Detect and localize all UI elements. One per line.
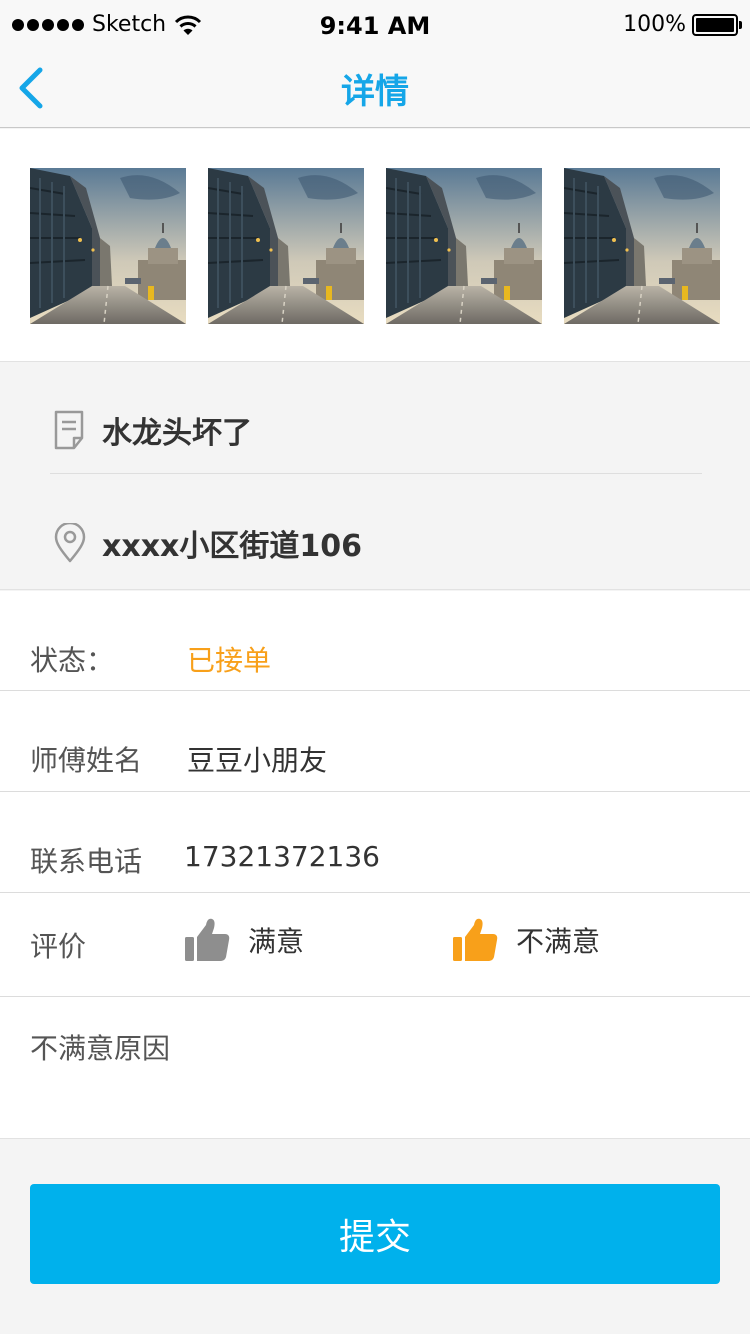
satisfied-option[interactable]: 满意 bbox=[184, 917, 304, 963]
submit-button[interactable]: 提交 bbox=[30, 1184, 720, 1284]
status-bar: Sketch 9:41 AM 100% bbox=[0, 0, 750, 52]
thumbs-up-icon bbox=[453, 918, 498, 961]
phone-number[interactable]: 17321372136 bbox=[184, 840, 380, 873]
unsatisfied-option[interactable]: 不满意 bbox=[452, 917, 600, 963]
battery-icon bbox=[692, 13, 742, 36]
address-row: xxxx小区街道106 bbox=[52, 521, 362, 565]
divider bbox=[50, 473, 702, 474]
photo-gallery bbox=[0, 129, 750, 362]
worker-label: 师傅姓名 bbox=[30, 744, 143, 777]
unsatisfied-label: 不满意 bbox=[516, 925, 601, 958]
satisfied-label: 满意 bbox=[248, 925, 305, 958]
phone-row: 联系电话 17321372136 bbox=[0, 792, 750, 893]
reason-row[interactable]: 不满意原因 bbox=[0, 997, 750, 1139]
status-row: 状态： 已接单 bbox=[0, 591, 750, 691]
street-photo-image bbox=[208, 168, 364, 324]
rating-label: 评价 bbox=[30, 930, 87, 963]
document-icon bbox=[54, 410, 84, 450]
status-right: 100% bbox=[623, 12, 742, 37]
thumbs-up-icon bbox=[185, 918, 230, 961]
description-row: 水龙头坏了 bbox=[52, 408, 252, 452]
address: xxxx小区街道106 bbox=[102, 529, 363, 564]
photo-thumbnail[interactable] bbox=[564, 168, 720, 324]
battery-percent: 100% bbox=[623, 12, 686, 37]
reason-label: 不满意原因 bbox=[30, 1032, 171, 1065]
rating-row: 评价 满意 不满意 bbox=[0, 893, 750, 997]
location-pin-icon bbox=[54, 523, 86, 563]
phone-label: 联系电话 bbox=[30, 845, 143, 878]
worker-row: 师傅姓名 豆豆小朋友 bbox=[0, 691, 750, 792]
photo-thumbnail[interactable] bbox=[386, 168, 542, 324]
photo-thumbnail[interactable] bbox=[208, 168, 364, 324]
street-photo-image bbox=[564, 168, 720, 324]
photo-thumbnail[interactable] bbox=[30, 168, 186, 324]
order-info: 水龙头坏了 xxxx小区街道106 bbox=[0, 363, 750, 590]
page-title: 详情 bbox=[341, 72, 409, 112]
issue-description: 水龙头坏了 bbox=[102, 416, 252, 451]
status-label: 状态： bbox=[30, 644, 115, 677]
worker-name: 豆豆小朋友 bbox=[187, 744, 328, 777]
status-value: 已接单 bbox=[187, 644, 272, 677]
chevron-left-icon bbox=[19, 67, 43, 109]
order-detail-form: 状态： 已接单 师傅姓名 豆豆小朋友 联系电话 17321372136 评价 满… bbox=[0, 591, 750, 1139]
street-photo-image bbox=[386, 168, 542, 324]
street-photo-image bbox=[30, 168, 186, 324]
back-button[interactable] bbox=[12, 60, 60, 116]
navigation-bar: 详情 bbox=[0, 52, 750, 128]
